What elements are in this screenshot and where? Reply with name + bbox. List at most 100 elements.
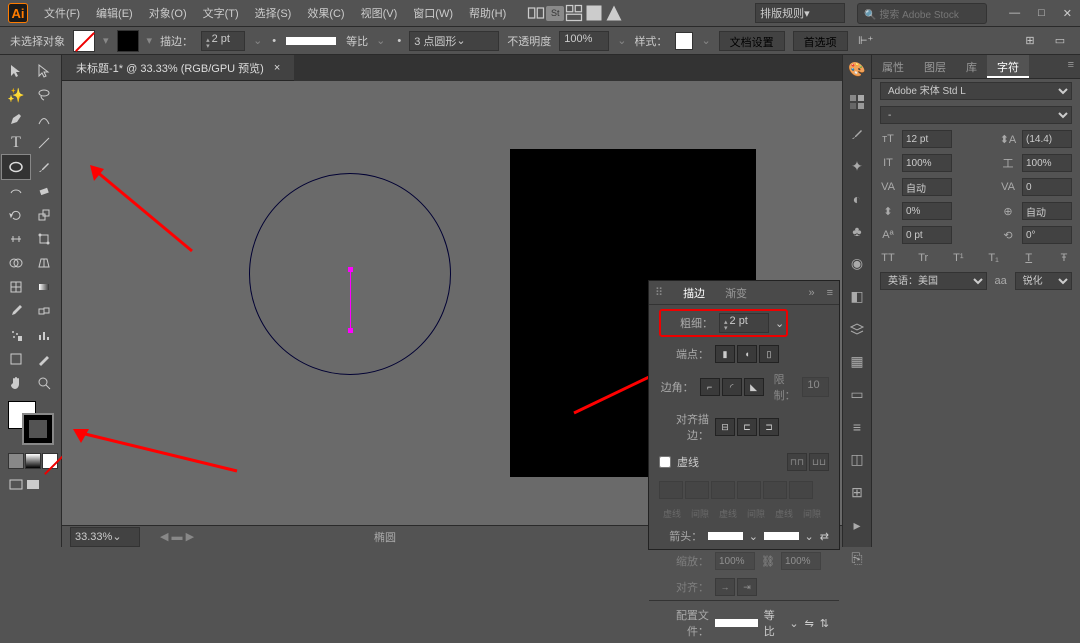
free-transform-tool[interactable] xyxy=(30,227,58,251)
dash-3[interactable] xyxy=(763,481,787,499)
arrow-start[interactable] xyxy=(708,532,743,540)
corner-round[interactable]: ◜ xyxy=(722,378,742,396)
dash-preserve[interactable]: ⊓⊓ xyxy=(787,453,807,471)
tab-stroke[interactable]: 描边 xyxy=(673,281,715,305)
maximize-icon[interactable]: □ xyxy=(1038,7,1045,20)
stroke-color[interactable] xyxy=(24,415,52,443)
eyedropper-tool[interactable] xyxy=(2,299,30,323)
language-select[interactable]: 英语：美国 xyxy=(880,272,987,290)
font-family-select[interactable]: Adobe 宋体 Std L xyxy=(880,82,1072,100)
limit-input[interactable]: 10 xyxy=(802,377,829,397)
align-panel-icon[interactable]: ⊩⁺ xyxy=(856,31,876,51)
profile-flip-y-icon[interactable]: ⇅ xyxy=(820,617,829,630)
appearance-panel-icon[interactable]: ◉ xyxy=(848,255,866,272)
weight-input[interactable]: ▴▾2 pt xyxy=(719,313,769,333)
tab-character[interactable]: 字符 xyxy=(987,55,1029,78)
stroke-collapse-icon[interactable]: » xyxy=(802,283,820,303)
rotate-tool[interactable] xyxy=(2,203,30,227)
symbol-sprayer-tool[interactable] xyxy=(2,323,30,347)
gpu-icon[interactable] xyxy=(584,3,604,23)
caps-tt[interactable]: TT xyxy=(880,250,896,266)
cap-butt[interactable]: ▮ xyxy=(715,345,735,363)
scale-tool[interactable] xyxy=(30,203,58,227)
type-tool[interactable]: T xyxy=(2,131,30,155)
arrange-icon[interactable] xyxy=(564,3,584,23)
curvature-tool[interactable] xyxy=(30,107,58,131)
swatches-panel-icon[interactable] xyxy=(848,94,866,110)
menu-view[interactable]: 视图(V) xyxy=(355,2,404,24)
color-mode-none[interactable] xyxy=(42,453,58,469)
panel-menu-icon[interactable]: ≡ xyxy=(1062,55,1080,78)
corner-miter[interactable]: ⌐ xyxy=(700,378,720,396)
caps-strike[interactable]: Ŧ xyxy=(1056,250,1072,266)
tracking-input[interactable] xyxy=(1022,178,1072,196)
align-panel-icon[interactable]: ≡ xyxy=(848,419,866,435)
shape-builder-tool[interactable] xyxy=(2,251,30,275)
stroke-profile-preview[interactable] xyxy=(286,37,336,45)
dashed-checkbox[interactable] xyxy=(659,456,671,468)
pathfinder-panel-icon[interactable]: ◫ xyxy=(848,451,866,468)
arrow-align-1[interactable]: → xyxy=(715,578,735,596)
workspace-switcher[interactable]: 排版规则 ▾ xyxy=(755,3,845,23)
color-mode-gradient[interactable] xyxy=(25,453,41,469)
mesh-tool[interactable] xyxy=(2,275,30,299)
font-size-input[interactable] xyxy=(902,130,952,148)
menu-window[interactable]: 窗口(W) xyxy=(407,2,459,24)
menu-effect[interactable]: 效果(C) xyxy=(301,2,350,24)
minimize-icon[interactable]: — xyxy=(1009,7,1020,20)
panel-toggle-2-icon[interactable]: ▭ xyxy=(1050,31,1070,51)
actions-panel-icon[interactable]: ▸ xyxy=(848,517,866,534)
blend-tool[interactable] xyxy=(30,299,58,323)
perspective-tool[interactable] xyxy=(30,251,58,275)
menu-file[interactable]: 文件(F) xyxy=(38,2,86,24)
hand-tool[interactable] xyxy=(2,371,30,395)
rotate-input[interactable] xyxy=(1022,226,1072,244)
menu-help[interactable]: 帮助(H) xyxy=(463,2,512,24)
menu-edit[interactable]: 编辑(E) xyxy=(90,2,139,24)
artboard-tool[interactable] xyxy=(2,347,30,371)
align-inside[interactable]: ⊏ xyxy=(737,418,757,436)
font-style-select[interactable]: - xyxy=(880,106,1072,124)
tab-layers[interactable]: 图层 xyxy=(914,55,956,78)
link-scale-icon[interactable]: ⛓ xyxy=(761,555,775,568)
gap-2[interactable] xyxy=(737,481,761,499)
arrow-end[interactable] xyxy=(764,532,799,540)
magic-wand-tool[interactable]: ✨ xyxy=(2,83,30,107)
shift-input[interactable] xyxy=(902,226,952,244)
tab-libraries[interactable]: 库 xyxy=(956,55,987,78)
cap-projecting[interactable]: ▯ xyxy=(759,345,779,363)
tab-properties[interactable]: 属性 xyxy=(872,55,914,78)
paintbrush-tool[interactable] xyxy=(30,155,58,179)
lasso-tool[interactable] xyxy=(30,83,58,107)
dash-1[interactable] xyxy=(659,481,683,499)
menu-object[interactable]: 对象(O) xyxy=(143,2,193,24)
stroke-menu-icon[interactable]: ≡ xyxy=(821,283,839,303)
close-icon[interactable]: ✕ xyxy=(1063,7,1072,20)
profile-preview[interactable] xyxy=(715,619,758,627)
tab-close-icon[interactable]: × xyxy=(274,62,280,74)
gradient-tool[interactable] xyxy=(30,275,58,299)
baseline-input[interactable] xyxy=(902,202,952,220)
zoom-level[interactable]: 33.33% ⌄ xyxy=(70,527,140,547)
stroke-grip-icon[interactable]: ⠿ xyxy=(649,282,673,303)
gap-3[interactable] xyxy=(789,481,813,499)
gap-1[interactable] xyxy=(685,481,709,499)
caps-sub[interactable]: T₁ xyxy=(986,250,1002,266)
stroke-floating-panel[interactable]: ⠿ 描边 渐变 » ≡ 粗细： ▴▾2 pt ⌄ 端点： ▮ ◖ ▯ 边角： ⌐… xyxy=(648,280,840,550)
color-mode-solid[interactable] xyxy=(8,453,24,469)
dash-align[interactable]: ⊔⊔ xyxy=(809,453,829,471)
graphic-styles-icon[interactable]: ♣ xyxy=(848,223,866,239)
color-selector[interactable] xyxy=(8,401,53,447)
publish-icon[interactable] xyxy=(604,3,624,23)
panel-toggle-1-icon[interactable]: ⊞ xyxy=(1020,31,1040,51)
vscale-input[interactable] xyxy=(902,154,952,172)
stroke-swatch[interactable] xyxy=(117,30,139,52)
arrow-align-2[interactable]: ⇥ xyxy=(737,578,757,596)
weight-dropdown-icon[interactable]: ⌄ xyxy=(775,317,784,330)
direct-selection-tool[interactable] xyxy=(30,59,58,83)
stroke-panel-icon[interactable]: ◐ xyxy=(848,191,866,207)
caps-sup[interactable]: T¹ xyxy=(950,250,966,266)
shaper-tool[interactable] xyxy=(2,179,30,203)
brush-dropdown[interactable]: 3 点圆形 ⌄ xyxy=(409,31,499,51)
leading-input[interactable] xyxy=(1022,130,1072,148)
